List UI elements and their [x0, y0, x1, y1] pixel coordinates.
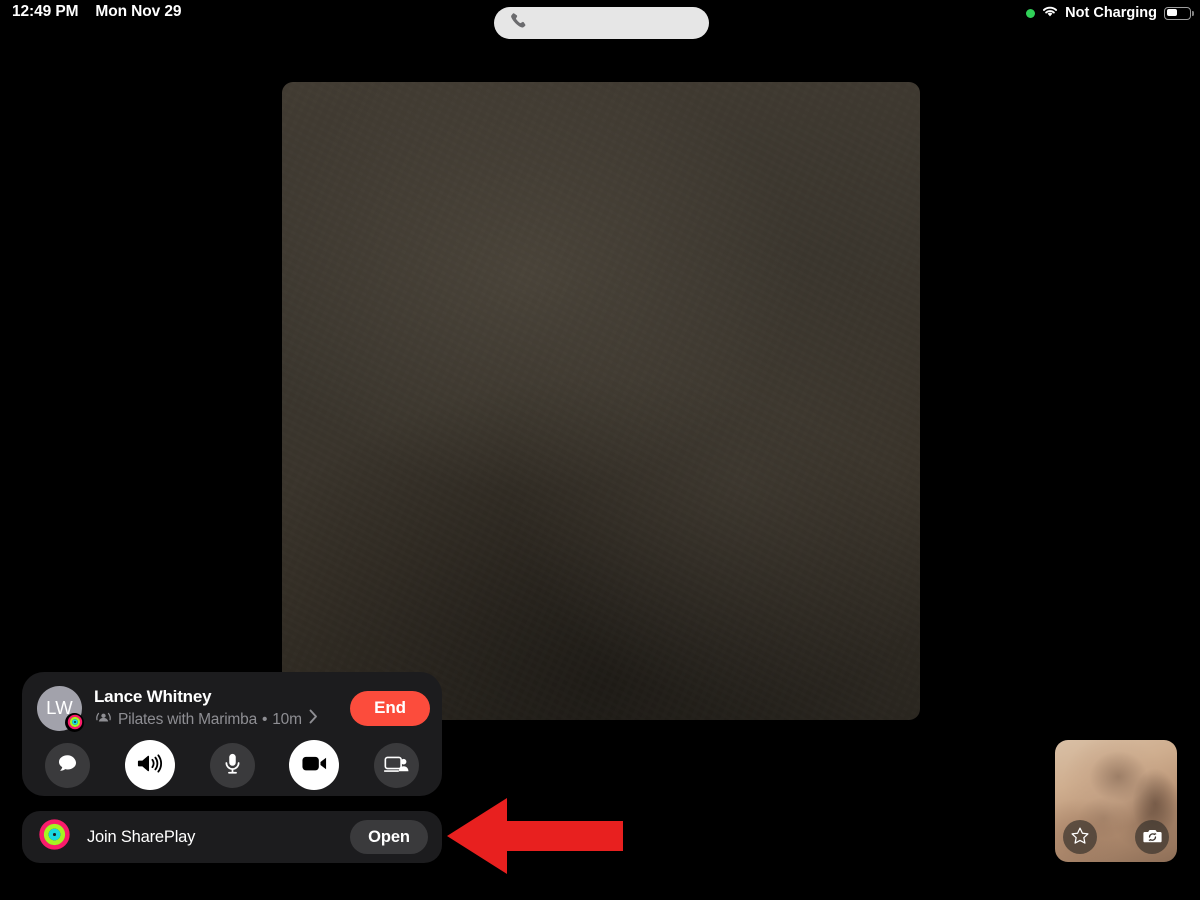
activity-title: Pilates with Marimba: [118, 710, 257, 728]
camera-button[interactable]: [289, 740, 340, 790]
status-time: 12:49 PM: [12, 3, 79, 20]
battery-status-label: Not Charging: [1065, 5, 1157, 21]
ipad-facetime-screen: 12:49 PM Mon Nov 29 Not Charging LW Lanc…: [0, 0, 1200, 900]
green-dot-icon: [1026, 8, 1036, 18]
activity-rings-icon: [38, 818, 71, 856]
open-shareplay-button[interactable]: Open: [350, 820, 428, 854]
activity-separator: •: [262, 710, 268, 728]
share-screen-button[interactable]: [374, 742, 419, 788]
chat-bubble-icon: [56, 752, 79, 778]
end-call-button[interactable]: End: [350, 690, 430, 726]
active-call-pill[interactable]: [494, 7, 709, 39]
caller-name: Lance Whitney: [94, 687, 212, 706]
call-duration: 10m: [272, 710, 302, 728]
star-effects-icon: [1070, 826, 1090, 849]
annotation-arrow-left: [443, 790, 625, 882]
flip-camera-button[interactable]: [1135, 820, 1169, 854]
video-noise-overlay: [282, 82, 920, 720]
chevron-right-icon[interactable]: [309, 709, 318, 729]
mute-microphone-button[interactable]: [209, 742, 255, 788]
join-shareplay-banner[interactable]: Join SharePlay Open: [22, 811, 442, 863]
microphone-icon: [222, 752, 243, 778]
status-bar-right: Not Charging: [1026, 4, 1194, 22]
call-controls-row: [45, 740, 419, 790]
join-shareplay-label: Join SharePlay: [87, 827, 196, 846]
shareplay-icon: [94, 709, 113, 729]
call-card-header: LW Lance Whitney Pilates with Marimba • …: [37, 684, 430, 732]
remote-video-stage[interactable]: [282, 82, 920, 720]
share-screen-person-icon: [383, 754, 409, 777]
flip-camera-icon: [1142, 827, 1163, 848]
status-date: Mon Nov 29: [95, 3, 182, 20]
speaker-button[interactable]: [124, 740, 175, 790]
battery-icon: [1164, 6, 1194, 20]
messages-button[interactable]: [45, 742, 90, 788]
wifi-icon: [1041, 4, 1059, 22]
status-bar-left: 12:49 PM Mon Nov 29: [12, 3, 181, 21]
shareplay-activity-row[interactable]: Pilates with Marimba • 10m: [94, 709, 350, 729]
phone-handset-icon: [509, 11, 528, 35]
self-view-pip[interactable]: [1055, 740, 1177, 862]
speaker-waves-icon: [136, 751, 163, 779]
activity-rings-icon: [65, 712, 84, 732]
effects-button[interactable]: [1063, 820, 1097, 854]
video-camera-icon: [301, 754, 328, 776]
avatar: LW: [37, 685, 84, 732]
call-card-text-block: Lance Whitney Pilates with Marimba • 10m: [94, 687, 350, 729]
call-control-card: LW Lance Whitney Pilates with Marimba • …: [22, 672, 442, 796]
